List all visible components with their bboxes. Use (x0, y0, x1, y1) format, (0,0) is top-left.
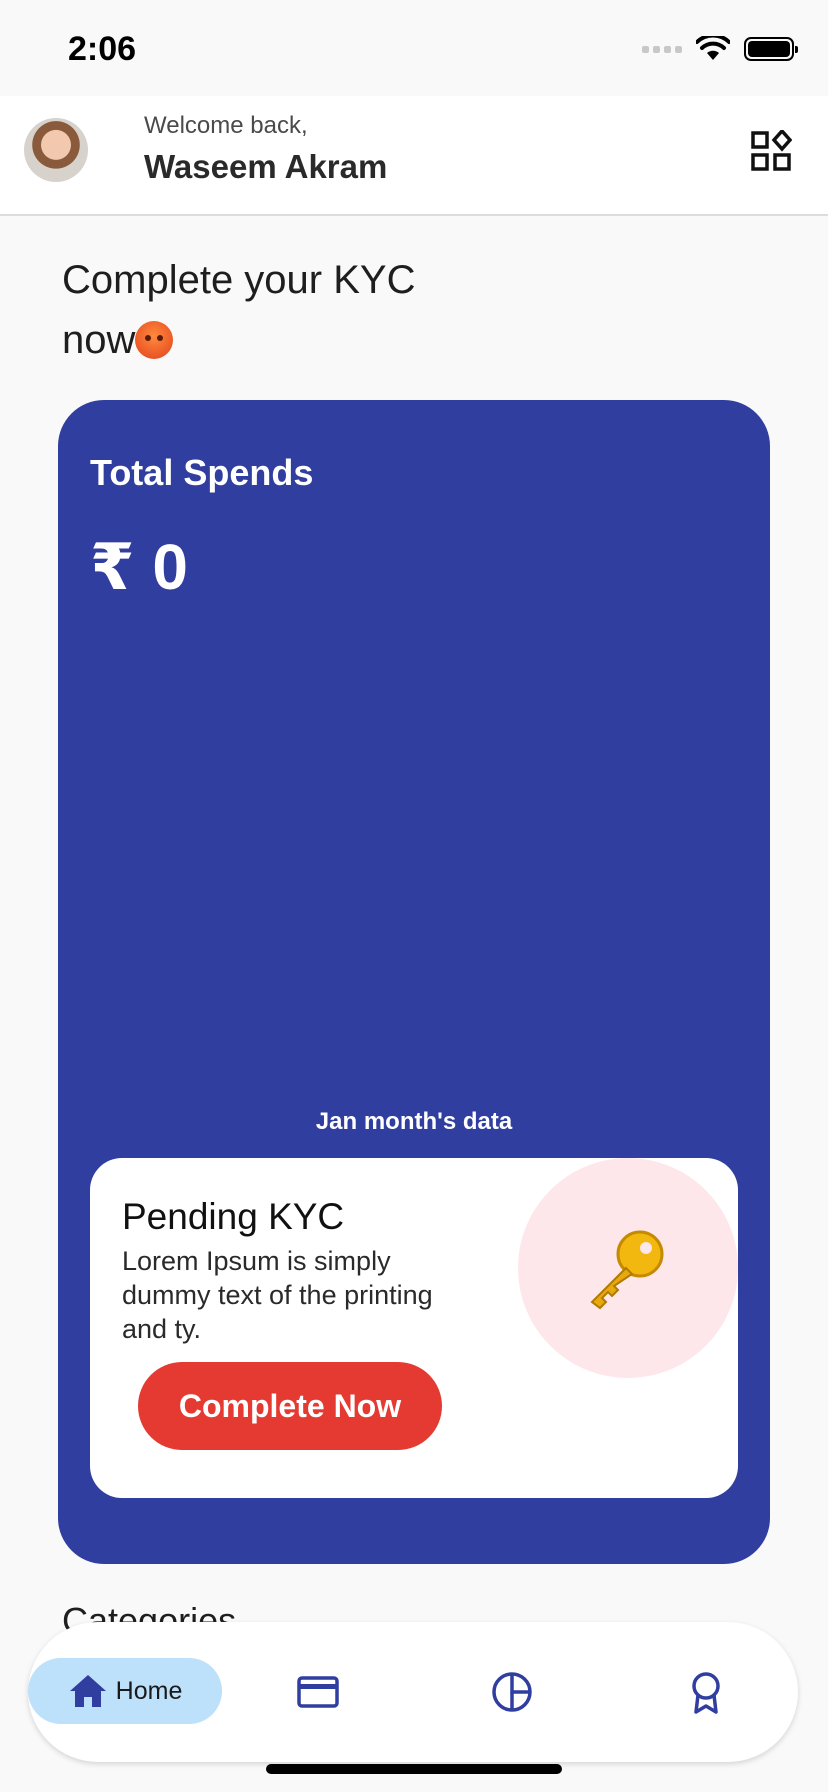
nav-home[interactable]: Home (28, 1658, 222, 1724)
total-spends-card: Total Spends ₹ 0 Jan month's data Pendin… (58, 400, 770, 1564)
angry-face-icon (135, 321, 174, 359)
total-spends-amount: ₹ 0 (90, 531, 188, 603)
status-time: 2:06 (68, 30, 137, 68)
wifi-icon (696, 36, 730, 60)
welcome-text: Welcome back, (144, 112, 308, 139)
status-icons (642, 36, 798, 62)
nav-home-label: Home (115, 1676, 183, 1705)
key-icon (590, 1230, 664, 1310)
home-icon (69, 1675, 106, 1707)
award-icon[interactable] (684, 1670, 728, 1714)
signal-icon (642, 45, 682, 53)
pending-kyc-title: Pending KYC (122, 1196, 345, 1237)
pending-kyc-description: Lorem Ipsum is simply dummy text of the … (122, 1246, 433, 1344)
battery-icon (744, 37, 798, 61)
total-spends-label: Total Spends (90, 452, 314, 493)
card-icon[interactable] (296, 1670, 340, 1714)
avatar[interactable] (24, 118, 88, 182)
kyc-prompt-title: Complete your KYC now (62, 250, 522, 370)
complete-now-button[interactable]: Complete Now (138, 1362, 442, 1450)
key-badge (518, 1158, 738, 1378)
app-header: Welcome back, Waseem Akram (0, 96, 828, 216)
kyc-prompt-line1: Complete your KYC (62, 258, 416, 302)
user-name: Waseem Akram (144, 148, 388, 185)
pie-chart-icon[interactable] (490, 1670, 534, 1714)
pending-kyc-card: Pending KYC Lorem Ipsum is simply dummy … (90, 1158, 738, 1498)
home-indicator (266, 1764, 562, 1774)
kyc-prompt-line2: now (62, 318, 136, 362)
apps-grid-icon[interactable] (750, 130, 792, 172)
status-bar: 2:06 (0, 0, 828, 96)
month-data-label: Jan month's data (315, 1108, 513, 1135)
bottom-nav: Home (28, 1622, 798, 1762)
